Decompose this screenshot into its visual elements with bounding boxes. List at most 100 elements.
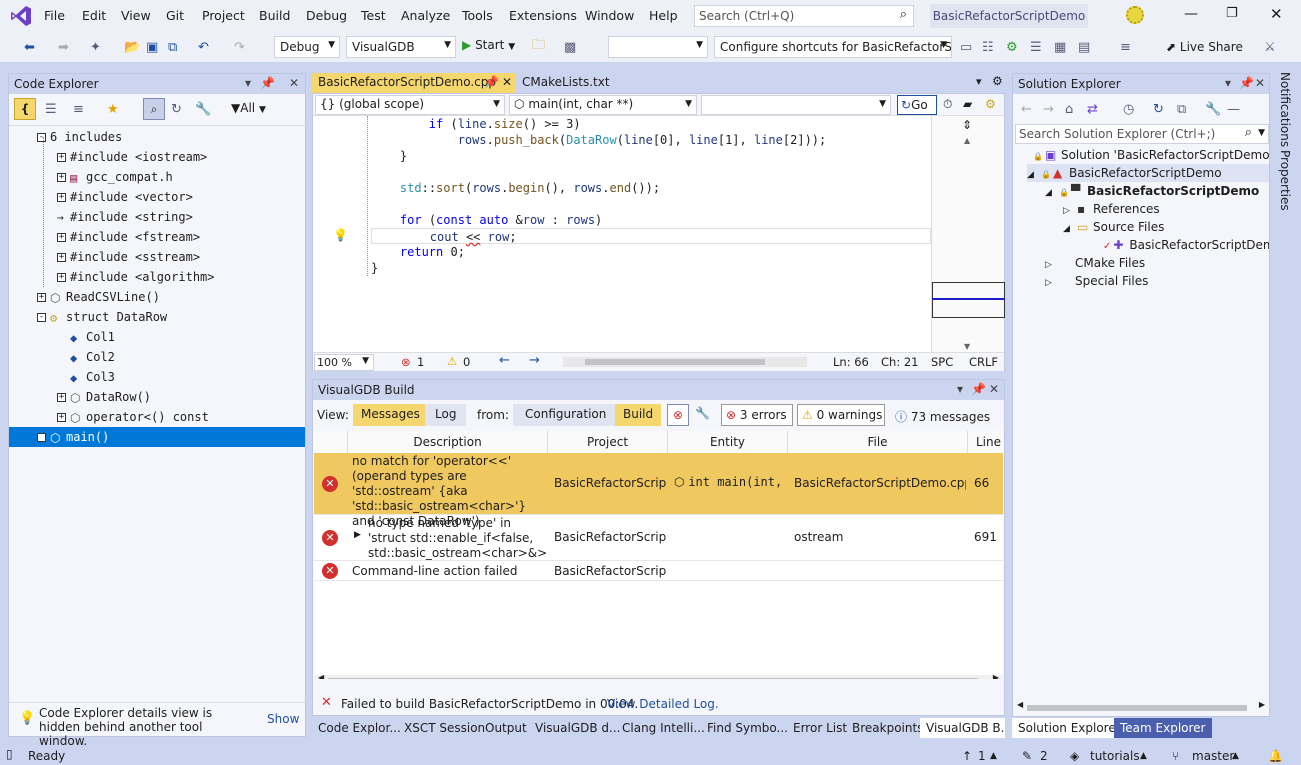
grid-hscrollbar[interactable]: ◀ ▶	[314, 673, 1003, 679]
tab-output[interactable]: Output	[479, 718, 533, 738]
branch-dropdown-icon[interactable]: ▲	[1232, 751, 1239, 761]
solution-tree-item[interactable]: ✓✚ BasicRefactorScriptDemo.cp	[1089, 236, 1269, 254]
build-toggle[interactable]: Build	[615, 404, 662, 426]
horizontal-scrollbar[interactable]	[563, 357, 807, 367]
dropdown-icon[interactable]: ▾	[957, 382, 963, 396]
back-icon[interactable]: ←	[1021, 99, 1032, 119]
error-file[interactable]: ostream	[794, 530, 966, 544]
pin-icon[interactable]: 📌	[260, 76, 275, 90]
tab-xsct-session[interactable]: XSCT Session	[398, 718, 491, 738]
restore-button[interactable]: ❐	[1226, 6, 1238, 21]
menu-build[interactable]: Build	[259, 8, 290, 23]
sync-icon[interactable]: ↻	[1153, 99, 1164, 119]
platform-select[interactable]: VisualGDB ▼	[346, 36, 456, 58]
forward-icon[interactable]: →	[1043, 99, 1054, 119]
undo-icon[interactable]: ↶	[198, 37, 209, 57]
collapse-icon[interactable]: -	[37, 313, 46, 322]
save-all-icon[interactable]: ⧉	[168, 37, 177, 57]
wrench-icon[interactable]: 🔧	[195, 99, 211, 119]
menu-window[interactable]: Window	[585, 8, 634, 23]
tab-error-list[interactable]: Error List	[787, 718, 853, 738]
expand-icon[interactable]: +	[57, 233, 66, 242]
warnings-filter-button[interactable]: ⚠ 0 warnings	[797, 404, 885, 426]
split-icon[interactable]: ⇕	[962, 118, 972, 132]
vs-logo-icon[interactable]	[10, 5, 32, 27]
stop-build-icon[interactable]: ⊗	[667, 404, 689, 426]
error-count-icon[interactable]: ⊗	[401, 355, 411, 369]
collapse-icon[interactable]: ⧉	[1177, 99, 1186, 119]
expand-icon[interactable]: +	[57, 153, 66, 162]
close-icon[interactable]: ✕	[1255, 76, 1265, 90]
tag-icon[interactable]: ▰	[963, 97, 972, 111]
close-icon[interactable]: ✕	[989, 382, 999, 396]
warning-count-icon[interactable]: ⚠	[447, 354, 457, 368]
menu-project[interactable]: Project	[202, 8, 245, 23]
expand-arrow-icon[interactable]: ▶	[354, 530, 361, 540]
scroll-down-icon[interactable]: ▼	[964, 342, 970, 351]
tree-item[interactable]: ◆ Col3	[9, 367, 305, 387]
scope-select[interactable]: {} (global scope) ▼	[315, 95, 505, 115]
error-row-selected[interactable]: ✕ no match for 'operator<<' (operand typ…	[314, 453, 1003, 528]
feedback-icon[interactable]: ⚔	[1264, 37, 1276, 57]
tab-cmakelists[interactable]: CMakeLists.txt	[520, 73, 640, 93]
column-header-project[interactable]: Project	[548, 431, 668, 453]
column-header-file[interactable]: File	[788, 431, 968, 453]
branch-icon[interactable]: ⑂	[1172, 749, 1179, 763]
column-header-entity[interactable]: Entity	[668, 431, 788, 453]
hierarchy-icon[interactable]: ≡	[73, 99, 84, 119]
tab-visualgdb-diag[interactable]: VisualGDB d...	[529, 718, 626, 738]
tree-item[interactable]: + ⬡ ReadCSVLine()	[9, 287, 305, 307]
tab-clang-intellisense[interactable]: Clang Intelli...	[616, 718, 711, 738]
member-select[interactable]: ▼	[701, 95, 891, 115]
search-box[interactable]: Search (Ctrl+Q) ⌕	[694, 5, 914, 27]
expand-icon[interactable]: +	[57, 253, 66, 262]
solution-tree-item[interactable]: ▷ Special Files	[1045, 272, 1148, 290]
tab-basicrefactorscriptdemo-cpp[interactable]: BasicRefactorScriptDemo.cpp 📌 ✕	[312, 73, 516, 93]
solution-tree-item[interactable]: ▷ ▪ References	[1063, 200, 1160, 218]
tab-breakpoints[interactable]: Breakpoints	[846, 718, 929, 738]
history-icon[interactable]: ◷	[1123, 99, 1134, 119]
expand-icon[interactable]: +	[57, 413, 66, 422]
solution-tree-item[interactable]: ◢ 🔒 ▲ BasicRefactorScriptDemo	[1027, 164, 1269, 182]
zoom-select[interactable]: 100 % ▼	[314, 354, 374, 371]
close-tab-icon[interactable]: ✕	[502, 75, 512, 89]
tree-item[interactable]: + ⬡ DataRow()	[9, 387, 305, 407]
errors-filter-button[interactable]: ⊗ 3 errors	[721, 404, 793, 426]
repository-icon[interactable]: ◈	[1070, 749, 1079, 763]
changes-count[interactable]: 2	[1040, 749, 1048, 763]
solution-search-input[interactable]: Search Solution Explorer (Ctrl+;)	[1019, 127, 1215, 141]
memory-icon[interactable]: ☰	[1030, 37, 1042, 57]
solution-tree-item[interactable]: ◢ 🔒 ▀ BasicRefactorScriptDemo	[1045, 182, 1259, 200]
dropdown-icon[interactable]: ▾	[245, 76, 251, 90]
expand-icon[interactable]: +	[57, 273, 66, 282]
screenshot-icon[interactable]: ▩	[564, 37, 576, 57]
tree-item[interactable]: -6 includes	[9, 127, 305, 147]
collapse-arrow-icon[interactable]: ◢	[1063, 220, 1077, 238]
search-toggle[interactable]: ⌕	[143, 98, 165, 120]
search-input[interactable]: Search (Ctrl+Q)	[699, 9, 794, 23]
expand-icon[interactable]: +	[57, 173, 66, 182]
scroll-up-icon[interactable]: ▲	[964, 136, 970, 145]
tab-code-explorer[interactable]: Code Explor...	[312, 718, 407, 738]
lightbulb-icon[interactable]: 💡	[333, 228, 348, 242]
braces-toggle[interactable]: {	[14, 98, 36, 120]
side-tab-notifications[interactable]: Notifications	[1276, 72, 1292, 147]
preview-icon[interactable]: —	[1227, 99, 1240, 119]
notifications-bell-icon[interactable]: 🔔	[1268, 749, 1283, 763]
menu-help[interactable]: Help	[649, 8, 678, 23]
go-button[interactable]: ↻Go	[897, 95, 937, 115]
window-icon[interactable]: ▭	[960, 37, 972, 57]
minimap-viewport[interactable]	[932, 282, 1005, 318]
debugger-icon[interactable]: ⚙	[1006, 37, 1018, 57]
properties-icon[interactable]: 🔧	[1205, 99, 1221, 119]
refresh-icon[interactable]: ↻	[171, 99, 182, 119]
pin-icon[interactable]: 📌	[971, 382, 986, 396]
filter-all-dropdown[interactable]: ▼All ▼	[231, 101, 266, 115]
tab-team-explorer[interactable]: Team Explorer	[1114, 718, 1212, 738]
switch-views-icon[interactable]: ⇄	[1087, 99, 1098, 119]
collapse-arrow-icon[interactable]: ◢	[1045, 184, 1059, 202]
indent-mode[interactable]: SPC	[931, 355, 953, 369]
solution-tree-item[interactable]: 🔒▣Solution 'BasicRefactorScriptDemo' (1 …	[1019, 146, 1269, 164]
menu-analyze[interactable]: Analyze	[401, 8, 450, 23]
expand-arrow-icon[interactable]: ▷	[1045, 274, 1059, 292]
